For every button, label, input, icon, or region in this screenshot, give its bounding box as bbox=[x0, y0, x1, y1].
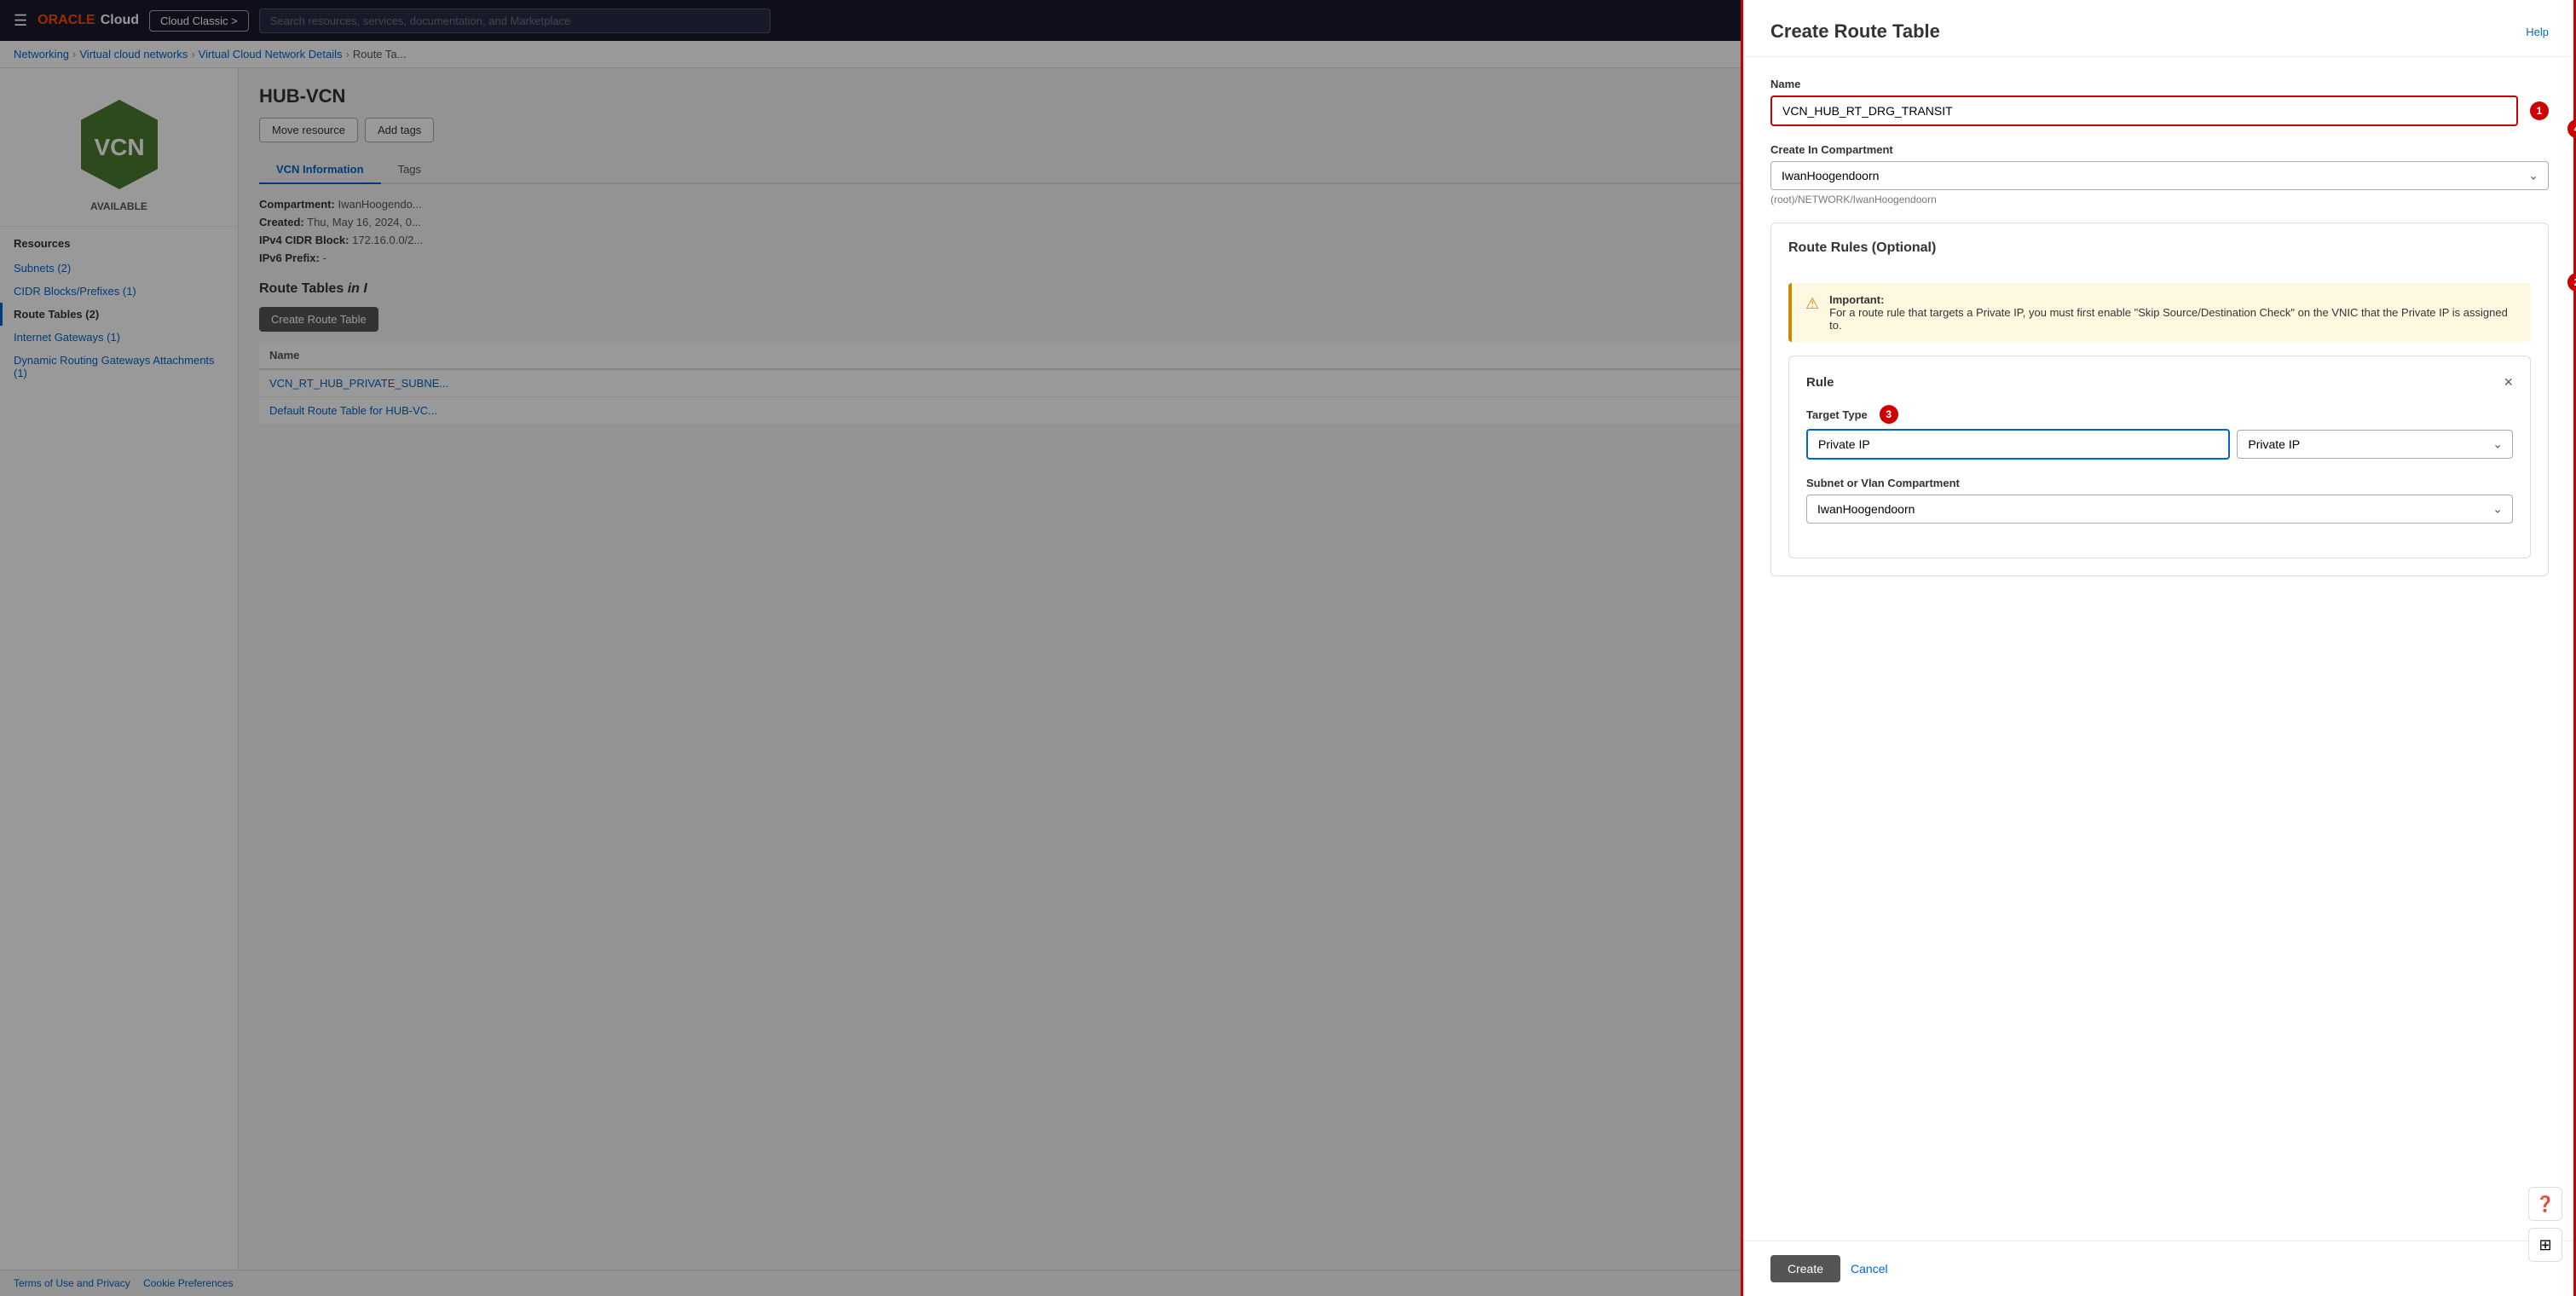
name-label: Name bbox=[1770, 78, 2549, 90]
compartment-select-wrapper: IwanHoogendoorn bbox=[1770, 161, 2549, 190]
modal-header: Create Route Table Help bbox=[1743, 0, 2576, 57]
target-type-group: Target Type 3 Private IP bbox=[1806, 405, 2513, 460]
floating-help-button[interactable]: ❓ bbox=[2528, 1187, 2562, 1221]
cancel-button[interactable]: Cancel bbox=[1851, 1262, 1888, 1276]
important-icon: ⚠ bbox=[1805, 295, 1819, 313]
compartment-hint: (root)/NETWORK/IwanHoogendoorn bbox=[1770, 194, 2549, 205]
route-rules-section: Route Rules (Optional) ⚠ Important: For … bbox=[1770, 223, 2549, 576]
floating-grid-button[interactable]: ⊞ bbox=[2528, 1228, 2562, 1262]
route-rules-title: Route Rules (Optional) bbox=[1788, 240, 1936, 256]
create-button[interactable]: Create bbox=[1770, 1255, 1840, 1282]
compartment-form-group: Create In Compartment IwanHoogendoorn (r… bbox=[1770, 143, 2549, 205]
target-type-select[interactable]: Private IP bbox=[2237, 430, 2513, 459]
rule-header: Rule × bbox=[1806, 373, 2513, 391]
modal-overlay: 4 2 Create Route Table Help Name 1 Creat… bbox=[0, 0, 2576, 1296]
target-type-select-wrapper: Private IP bbox=[2237, 430, 2513, 459]
subnet-compartment-label: Subnet or Vlan Compartment bbox=[1806, 477, 2513, 489]
rule-box: Rule × Target Type 3 P bbox=[1788, 356, 2531, 558]
subnet-compartment-group: Subnet or Vlan Compartment IwanHoogendoo… bbox=[1806, 477, 2513, 524]
target-type-input[interactable] bbox=[1806, 429, 2230, 460]
target-type-label: Target Type bbox=[1806, 408, 1868, 421]
rule-title: Rule bbox=[1806, 375, 1834, 390]
compartment-select[interactable]: IwanHoogendoorn bbox=[1770, 161, 2549, 190]
rule-close-button[interactable]: × bbox=[2504, 373, 2513, 391]
subnet-compartment-select-wrapper: IwanHoogendoorn bbox=[1806, 495, 2513, 524]
floating-help: ❓ ⊞ bbox=[2528, 1187, 2562, 1262]
badge-1: 1 bbox=[2530, 101, 2549, 120]
name-form-group: Name 1 bbox=[1770, 78, 2549, 126]
modal-title: Create Route Table bbox=[1770, 20, 1940, 43]
subnet-compartment-select[interactable]: IwanHoogendoorn bbox=[1806, 495, 2513, 524]
modal-footer: Create Cancel bbox=[1743, 1241, 2576, 1296]
name-input[interactable] bbox=[1770, 95, 2518, 126]
important-text: Important: For a route rule that targets… bbox=[1829, 293, 2517, 332]
important-box: ⚠ Important: For a route rule that targe… bbox=[1788, 283, 2531, 342]
modal-body: Name 1 Create In Compartment IwanHoogend… bbox=[1743, 57, 2576, 1241]
modal-help-link[interactable]: Help bbox=[2526, 26, 2549, 38]
compartment-label: Create In Compartment bbox=[1770, 143, 2549, 156]
badge-3: 3 bbox=[1880, 405, 1898, 424]
create-route-table-modal: 4 2 Create Route Table Help Name 1 Creat… bbox=[1741, 0, 2576, 1296]
